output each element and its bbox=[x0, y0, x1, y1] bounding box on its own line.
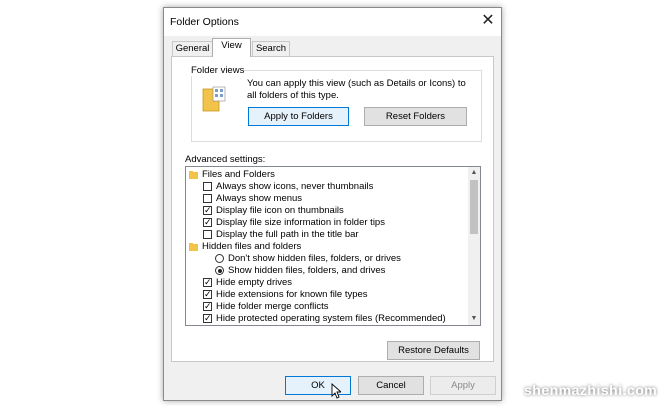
radio-dot-icon bbox=[217, 268, 222, 273]
list-item-label: Don't show hidden files, folders, or dri… bbox=[228, 253, 401, 264]
check-icon: ✓ bbox=[204, 277, 212, 287]
watermark: shenmazhishi.com bbox=[524, 382, 658, 398]
folder-icon bbox=[189, 243, 198, 251]
close-icon[interactable]: ✕ bbox=[480, 12, 496, 30]
checkbox-checked[interactable]: ✓ bbox=[203, 277, 212, 287]
list-item-label: Show hidden files, folders, and drives bbox=[228, 265, 386, 276]
folder-icon bbox=[189, 171, 198, 179]
check-icon: ✓ bbox=[204, 313, 212, 323]
cancel-button[interactable]: Cancel bbox=[358, 376, 424, 395]
restore-defaults-button[interactable]: Restore Defaults bbox=[387, 341, 480, 360]
checkbox[interactable] bbox=[203, 230, 212, 239]
advanced-settings-list[interactable]: Files and Folders Always show icons, neve… bbox=[185, 166, 481, 326]
radio[interactable] bbox=[215, 254, 224, 263]
tab-general[interactable]: General bbox=[172, 41, 213, 56]
check-icon: ✓ bbox=[204, 217, 212, 227]
advanced-settings-label: Advanced settings: bbox=[185, 154, 266, 165]
folder-view-icon bbox=[202, 86, 226, 112]
check-icon: ✓ bbox=[204, 205, 212, 215]
checkbox-checked[interactable]: ✓ bbox=[203, 313, 212, 323]
tab-search[interactable]: Search bbox=[252, 41, 290, 56]
title-bar[interactable]: Folder Options ✕ bbox=[164, 8, 501, 36]
check-icon: ✓ bbox=[204, 324, 212, 325]
checkbox[interactable] bbox=[203, 182, 212, 191]
scrollbar[interactable]: ▲ ▼ bbox=[468, 167, 480, 325]
tab-view[interactable]: View bbox=[212, 38, 251, 57]
list-item-label: Display file icon on thumbnails bbox=[216, 205, 344, 216]
list-item-label: Always show menus bbox=[216, 193, 303, 204]
checkbox-checked[interactable]: ✓ bbox=[203, 217, 212, 227]
scroll-down-icon[interactable]: ▼ bbox=[468, 313, 480, 325]
list-item-label: Launch folder windows in a separate proc… bbox=[216, 325, 406, 326]
window-title: Folder Options bbox=[170, 16, 239, 28]
mouse-cursor-icon bbox=[331, 383, 341, 399]
check-icon: ✓ bbox=[204, 289, 212, 299]
list-item-label: Hide extensions for known file types bbox=[216, 289, 368, 300]
list-item-label: Files and Folders bbox=[202, 169, 275, 180]
list-item-label: Always show icons, never thumbnails bbox=[216, 181, 374, 192]
folder-views-description: You can apply this view (such as Details… bbox=[247, 78, 466, 101]
list-item-label: Hide empty drives bbox=[216, 277, 293, 288]
folder-views-label: Folder views bbox=[191, 65, 245, 76]
radio-selected[interactable] bbox=[215, 266, 224, 275]
scroll-up-icon[interactable]: ▲ bbox=[468, 167, 480, 179]
ok-button[interactable]: OK bbox=[285, 376, 351, 395]
checkbox-checked[interactable]: ✓ bbox=[203, 205, 212, 215]
list-item-label: Hide folder merge conflicts bbox=[216, 301, 329, 312]
scroll-thumb[interactable] bbox=[470, 180, 478, 234]
list-item-label: Display file size information in folder … bbox=[216, 217, 385, 228]
apply-button: Apply bbox=[430, 376, 496, 395]
check-icon: ✓ bbox=[204, 301, 212, 311]
apply-to-folders-button[interactable]: Apply to Folders bbox=[248, 107, 349, 126]
checkbox[interactable] bbox=[203, 194, 212, 203]
checkbox-checked[interactable]: ✓ bbox=[203, 301, 212, 311]
list-item-label: Hide protected operating system files (R… bbox=[216, 313, 446, 324]
list-item-label: Hidden files and folders bbox=[202, 241, 302, 252]
list-item-label: Display the full path in the title bar bbox=[216, 229, 359, 240]
checkbox-checked[interactable]: ✓ bbox=[203, 289, 212, 299]
reset-folders-button[interactable]: Reset Folders bbox=[364, 107, 467, 126]
